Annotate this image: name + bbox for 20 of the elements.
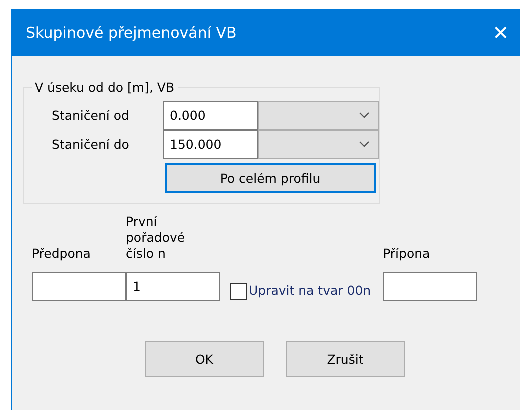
dialog-button[interactable]: OK (145, 341, 264, 377)
close-button[interactable]: ✕ (481, 12, 520, 52)
checkbox-label: Upravit na tvar 00n (249, 282, 372, 298)
window-title: Skupinové přejmenování VB (26, 24, 237, 42)
field-label: Staničení od (51, 108, 130, 123)
prefix-label: Předpona (32, 246, 92, 262)
group-legend: V úseku od do [m], VB (32, 80, 178, 95)
whole-profile-button[interactable]: Po celém profilu (165, 163, 376, 193)
first-number-input[interactable]: 1 (126, 272, 220, 301)
chevron-down-icon (359, 112, 370, 119)
prefix-input[interactable] (32, 272, 126, 301)
station-input[interactable]: 150.000 (163, 130, 258, 159)
checkbox[interactable] (230, 282, 247, 300)
chevron-down-icon (359, 141, 370, 148)
dialog-button[interactable]: Zrušit (286, 341, 405, 377)
field-label: Staničení do (51, 137, 130, 152)
station-input[interactable]: 0.000 (163, 101, 258, 130)
suffix-input[interactable] (383, 272, 478, 301)
first-number-label: První pořadové číslo n (126, 214, 186, 262)
suffix-label: Přípona (383, 246, 432, 262)
